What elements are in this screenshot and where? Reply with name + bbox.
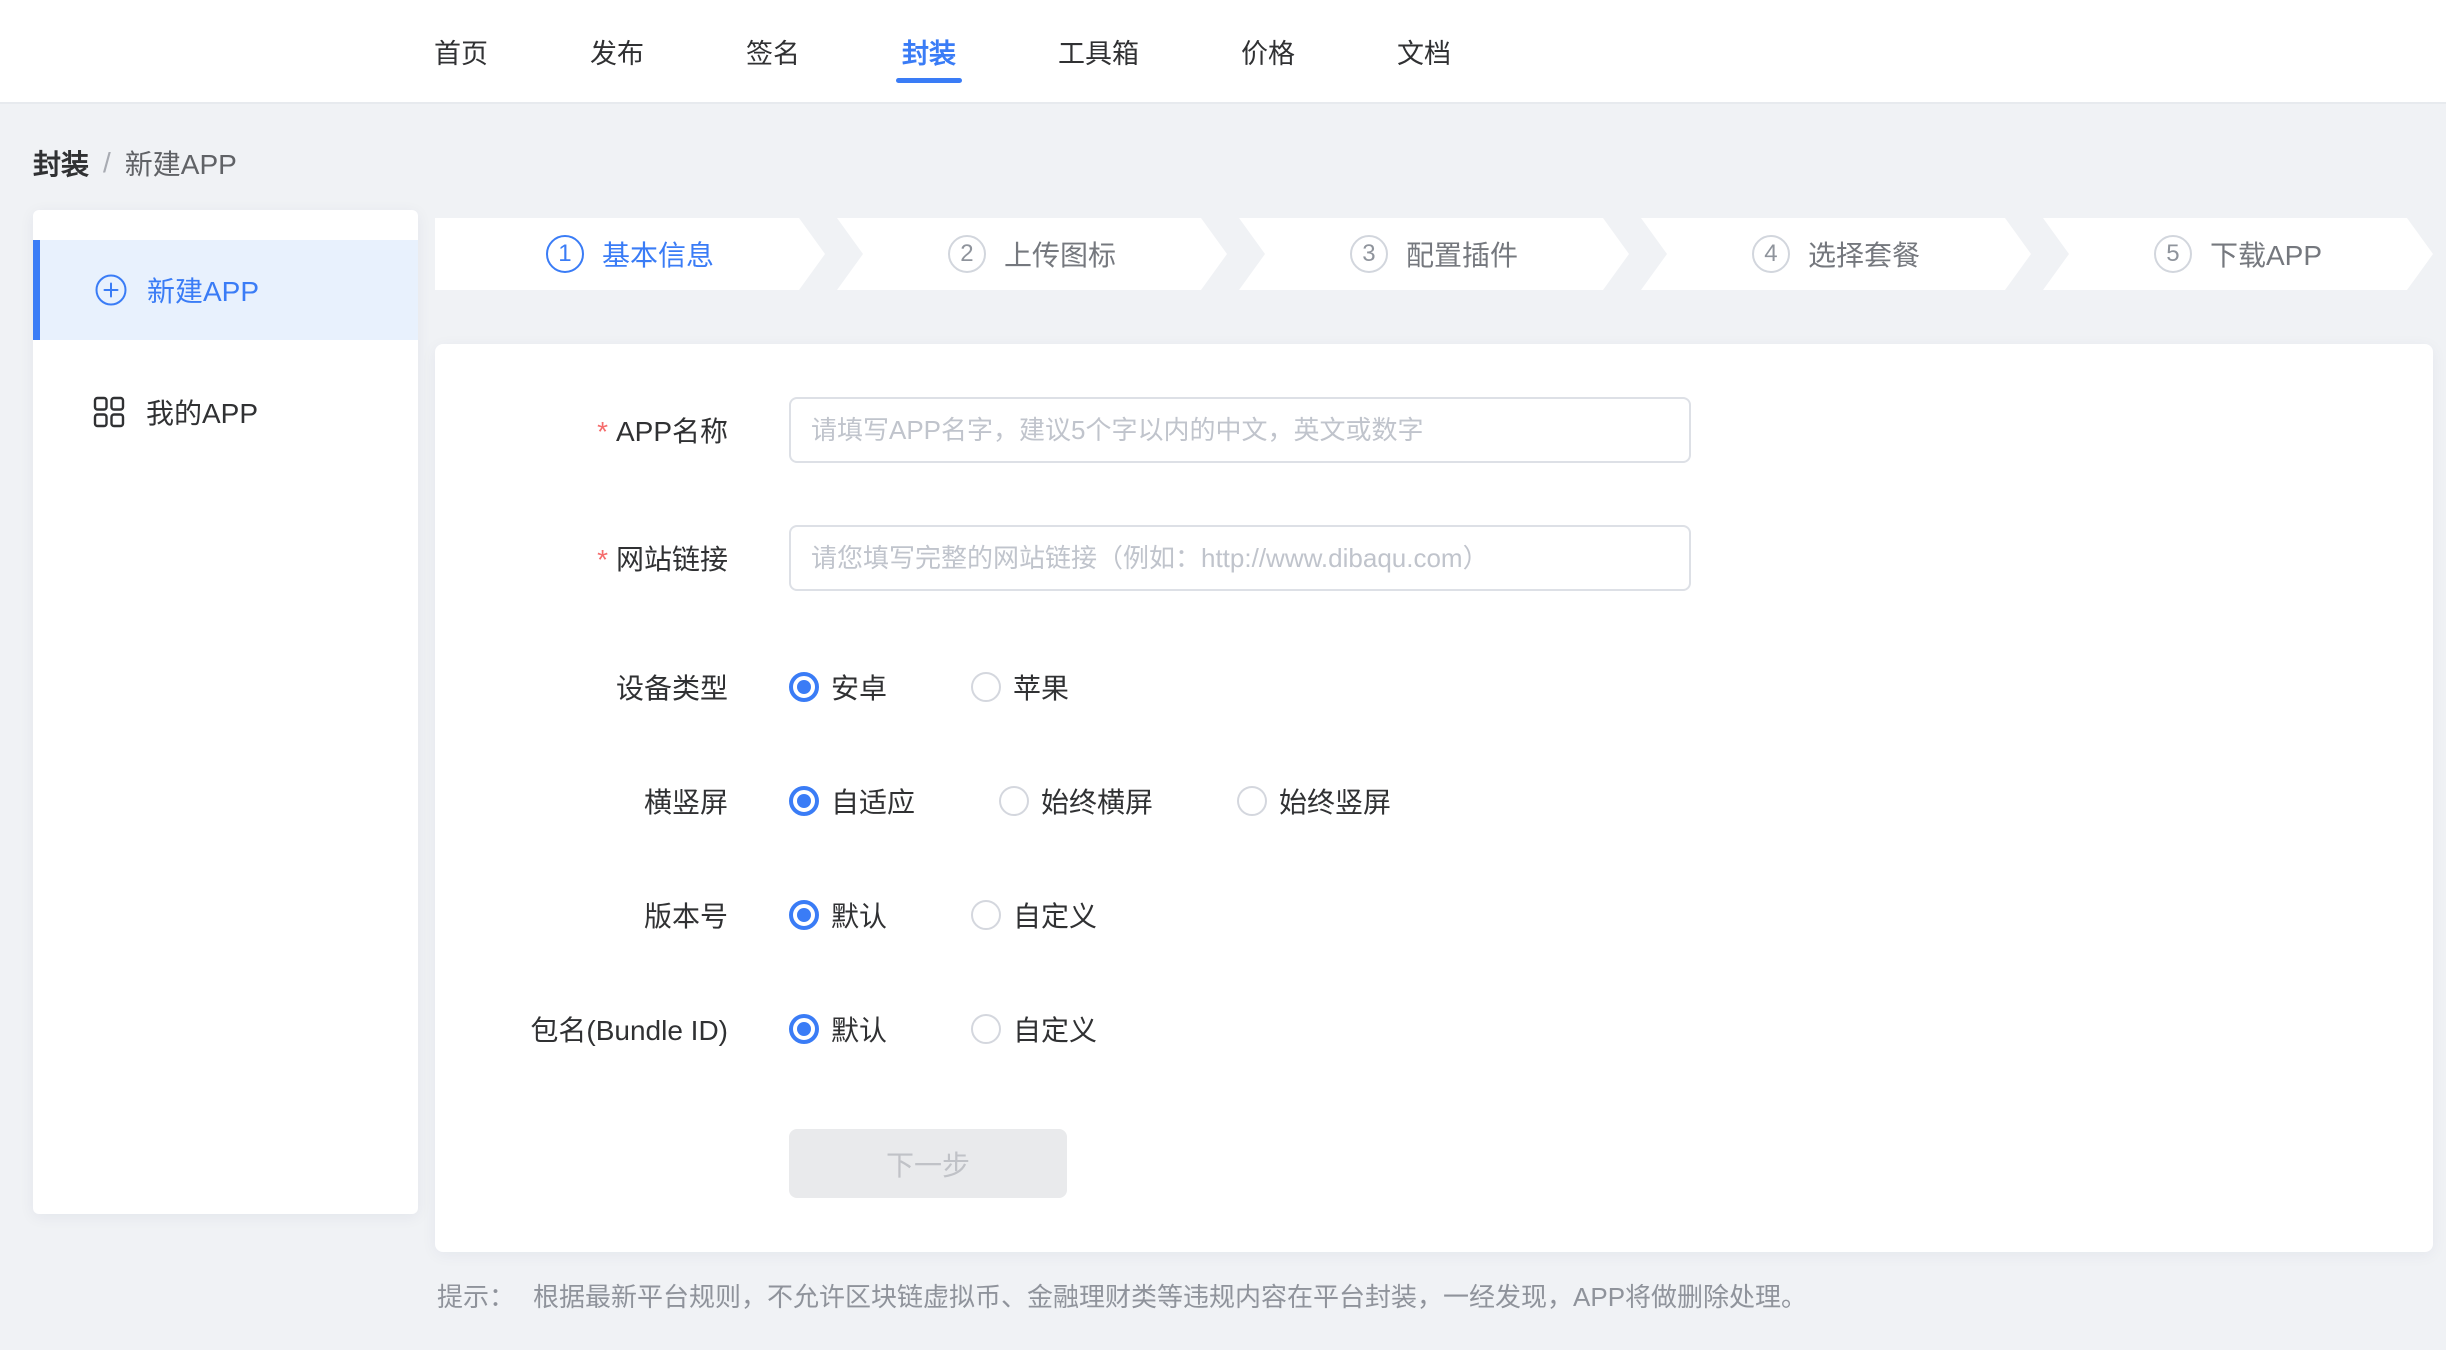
platform-rule-tip: 提示： 根据最新平台规则，不允许区块链虚拟币、金融理财类等违规内容在平台封装，一经… [437,1277,1807,1314]
form-row-orientation: 横竖屏 自适应 始终横屏 始终竖屏 [435,781,1391,821]
radio-button[interactable] [971,672,1001,702]
sidebar-item-label: 我的APP [146,392,258,432]
radio-button[interactable] [999,786,1029,816]
radio-option-default-version[interactable]: 默认 [789,895,887,935]
radio-button-selected[interactable] [789,900,819,930]
radio-label: 安卓 [831,667,887,707]
form-row-app-name: *APP名称 [435,397,1691,463]
nav-item-sign[interactable]: 签名 [730,0,816,102]
field-label: 横竖屏 [435,781,728,821]
step-number-badge: 3 [1350,235,1388,273]
step-number-badge: 4 [1752,235,1790,273]
radio-label: 自定义 [1013,1009,1097,1049]
radio-option-always-landscape[interactable]: 始终横屏 [999,781,1153,821]
step-basic-info: 1 基本信息 [435,218,825,290]
next-step-button[interactable]: 下一步 [789,1129,1067,1198]
breadcrumb-separator: / [103,147,111,179]
main-nav: 首页 发布 签名 封装 工具箱 价格 文档 [418,0,1537,102]
breadcrumb-section[interactable]: 封装 [33,143,89,183]
circle-plus-icon [95,274,127,306]
breadcrumb-current: 新建APP [125,143,237,183]
breadcrumb: 封装 / 新建APP [33,143,237,183]
nav-item-price[interactable]: 价格 [1225,0,1311,102]
nav-item-home[interactable]: 首页 [418,0,504,102]
step-label: 上传图标 [1004,234,1116,274]
radio-option-default-bundle[interactable]: 默认 [789,1009,887,1049]
step-label: 选择套餐 [1808,234,1920,274]
nav-item-docs[interactable]: 文档 [1381,0,1467,102]
field-label: 设备类型 [435,667,728,707]
radio-label: 苹果 [1013,667,1069,707]
site-url-input[interactable] [789,525,1691,591]
radio-button-selected[interactable] [789,786,819,816]
step-number-badge: 2 [948,235,986,273]
radio-label: 始终横屏 [1041,781,1153,821]
form-row-version: 版本号 默认 自定义 [435,895,1097,935]
radio-button-selected[interactable] [789,1014,819,1044]
step-label: 下载APP [2210,234,2322,274]
step-select-plan: 4 选择套餐 [1641,218,2031,290]
step-number-badge: 1 [546,235,584,273]
step-download-app: 5 下载APP [2043,218,2433,290]
radio-option-always-portrait[interactable]: 始终竖屏 [1237,781,1391,821]
radio-button[interactable] [1237,786,1267,816]
radio-label: 默认 [831,1009,887,1049]
app-name-input[interactable] [789,397,1691,463]
radio-option-adaptive[interactable]: 自适应 [789,781,915,821]
nav-item-toolbox[interactable]: 工具箱 [1042,0,1155,102]
step-configure-plugin: 3 配置插件 [1239,218,1629,290]
radio-option-apple[interactable]: 苹果 [971,667,1069,707]
radio-button-selected[interactable] [789,672,819,702]
basic-info-form-card: *APP名称 *网站链接 设备类型 安卓 苹果 横竖屏 [435,344,2433,1252]
tip-prefix: 提示： [437,1282,515,1312]
radio-button[interactable] [971,1014,1001,1044]
sidebar: 新建APP 我的APP [33,210,418,1214]
step-label: 配置插件 [1406,234,1518,274]
radio-label: 自定义 [1013,895,1097,935]
nav-item-package[interactable]: 封装 [886,0,972,102]
radio-label: 始终竖屏 [1279,781,1391,821]
device-type-radio-group: 安卓 苹果 [789,667,1069,707]
radio-option-custom-bundle[interactable]: 自定义 [971,1009,1097,1049]
radio-button[interactable] [971,900,1001,930]
radio-option-custom-version[interactable]: 自定义 [971,895,1097,935]
radio-option-android[interactable]: 安卓 [789,667,887,707]
step-upload-icon: 2 上传图标 [837,218,1227,290]
sidebar-item-label: 新建APP [147,270,259,310]
field-label: 版本号 [435,895,728,935]
step-label: 基本信息 [602,234,714,274]
top-nav-bar: 首页 发布 签名 封装 工具箱 价格 文档 [0,0,2446,104]
field-label: 包名(Bundle ID) [435,1009,728,1049]
required-asterisk: * [597,544,608,575]
version-radio-group: 默认 自定义 [789,895,1097,935]
sidebar-item-my-app[interactable]: 我的APP [33,362,418,462]
form-row-device-type: 设备类型 安卓 苹果 [435,667,1069,707]
form-row-site-url: *网站链接 [435,525,1691,591]
required-asterisk: * [597,416,608,447]
sidebar-item-new-app[interactable]: 新建APP [33,240,418,340]
bundle-id-radio-group: 默认 自定义 [789,1009,1097,1049]
form-row-bundle-id: 包名(Bundle ID) 默认 自定义 [435,1009,1097,1049]
radio-label: 自适应 [831,781,915,821]
orientation-radio-group: 自适应 始终横屏 始终竖屏 [789,781,1391,821]
grid-icon [92,395,126,429]
step-number-badge: 5 [2154,235,2192,273]
nav-item-publish[interactable]: 发布 [574,0,660,102]
radio-label: 默认 [831,895,887,935]
field-label: *APP名称 [435,410,728,450]
tip-text: 根据最新平台规则，不允许区块链虚拟币、金融理财类等违规内容在平台封装，一经发现，… [533,1282,1807,1312]
field-label: *网站链接 [435,538,728,578]
step-wizard: 1 基本信息 2 上传图标 3 配置插件 4 选择套餐 5 下载APP [435,218,2433,290]
